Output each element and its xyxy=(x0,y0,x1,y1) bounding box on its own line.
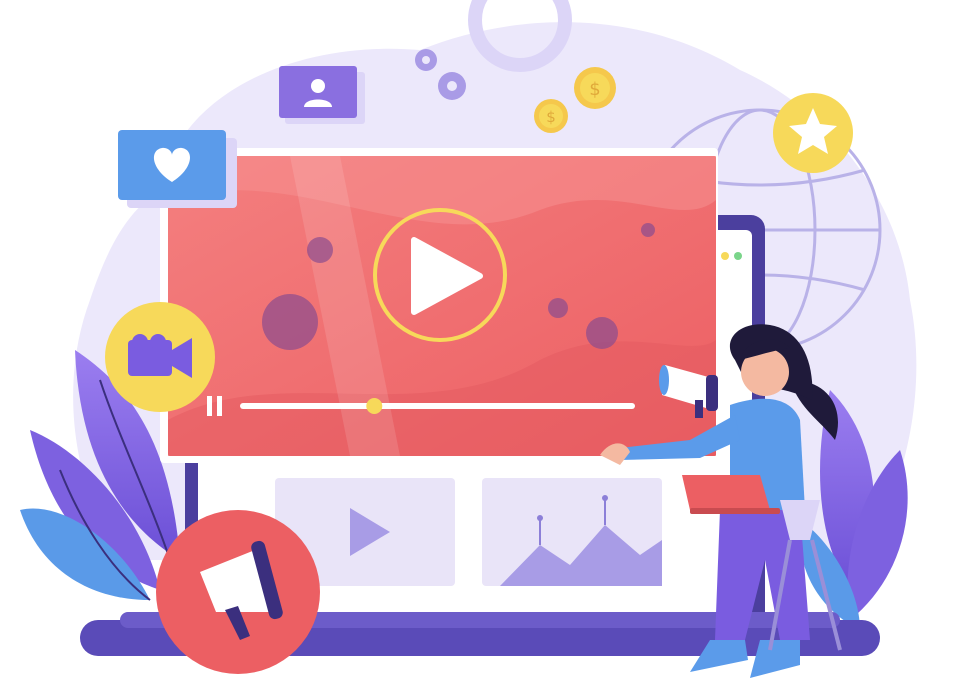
progress-handle[interactable] xyxy=(366,398,383,414)
dollar-icon: $ xyxy=(574,67,616,109)
camera-badge xyxy=(105,302,215,412)
coin-label: $ xyxy=(589,79,600,100)
user-card xyxy=(279,66,365,124)
coin-label: $ xyxy=(546,108,556,126)
dollar-icon: $ xyxy=(534,99,568,133)
video-player[interactable] xyxy=(160,148,718,463)
heart-card xyxy=(118,130,237,208)
chart-thumbnail[interactable] xyxy=(482,478,662,586)
progress-track[interactable] xyxy=(240,403,635,409)
illustration-canvas: $ $ xyxy=(20,0,917,678)
marketing-illustration: $ $ xyxy=(0,0,967,696)
megaphone-badge xyxy=(156,510,320,674)
star-badge xyxy=(773,93,853,173)
